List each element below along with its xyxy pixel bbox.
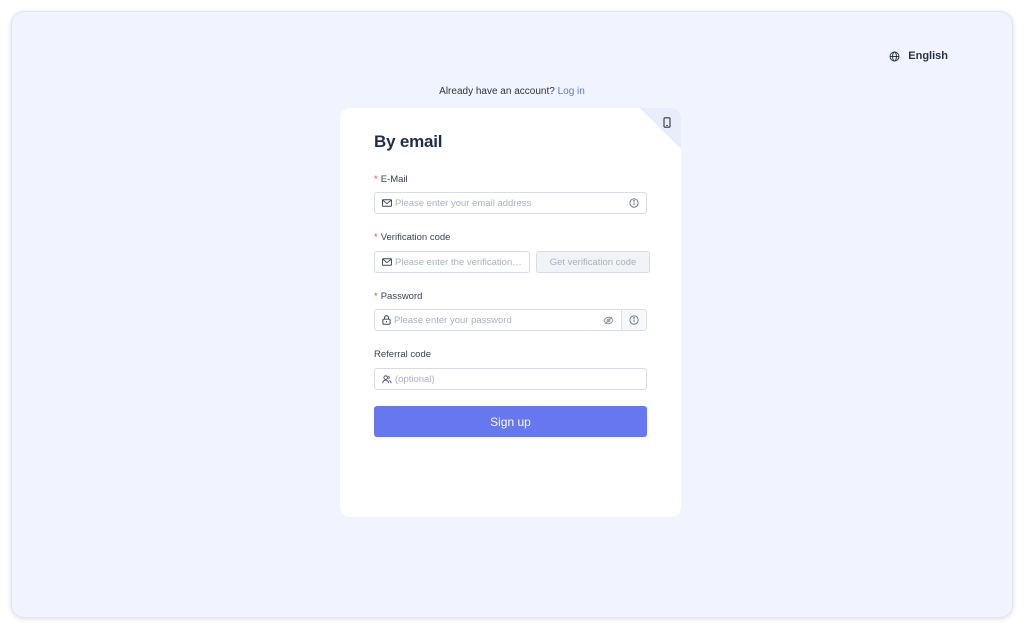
login-prompt-text: Already have an account? bbox=[439, 86, 555, 97]
login-link[interactable]: Log in bbox=[558, 86, 585, 97]
form-title: By email bbox=[374, 132, 443, 151]
required-mark: * bbox=[374, 174, 378, 185]
login-prompt: Already have an account? Log in bbox=[12, 86, 1012, 97]
password-info-addon[interactable] bbox=[621, 310, 646, 330]
mail-icon bbox=[382, 258, 392, 266]
referral-code-input[interactable]: (optional) bbox=[374, 368, 647, 390]
sign-up-button[interactable]: Sign up bbox=[374, 406, 647, 437]
verification-code-input[interactable]: Please enter the verification code bbox=[374, 251, 530, 273]
referral-placeholder: (optional) bbox=[395, 373, 435, 385]
switch-to-phone-toggle[interactable] bbox=[640, 108, 681, 149]
language-selector[interactable]: English bbox=[889, 50, 948, 62]
password-group: Please enter your password bbox=[374, 309, 647, 331]
user-group-icon bbox=[382, 374, 392, 383]
email-input[interactable]: Please enter your email address bbox=[374, 192, 647, 214]
password-label: * Password bbox=[374, 291, 423, 302]
password-placeholder: Please enter your password bbox=[394, 314, 512, 326]
mail-icon bbox=[382, 199, 392, 207]
globe-icon bbox=[889, 51, 900, 61]
email-label: * E-Mail bbox=[374, 174, 408, 185]
mobile-phone-icon bbox=[663, 117, 671, 128]
app-window: English Already have an account? Log in … bbox=[12, 12, 1012, 617]
verification-placeholder: Please enter the verification code bbox=[395, 256, 522, 268]
required-mark: * bbox=[374, 291, 378, 302]
eye-off-icon[interactable] bbox=[603, 316, 614, 325]
email-placeholder: Please enter your email address bbox=[395, 197, 532, 209]
signup-card: By email * E-Mail Please enter your email… bbox=[340, 108, 681, 517]
lock-icon bbox=[382, 315, 391, 325]
referral-label: Referral code bbox=[374, 349, 432, 360]
required-mark: * bbox=[374, 232, 378, 243]
get-verification-code-button[interactable]: Get verification code bbox=[536, 251, 650, 273]
language-label: English bbox=[908, 50, 948, 62]
password-input[interactable]: Please enter your password bbox=[375, 310, 621, 330]
verification-label: * Verification code bbox=[374, 232, 451, 243]
info-icon bbox=[629, 315, 639, 325]
info-icon[interactable] bbox=[629, 198, 639, 208]
